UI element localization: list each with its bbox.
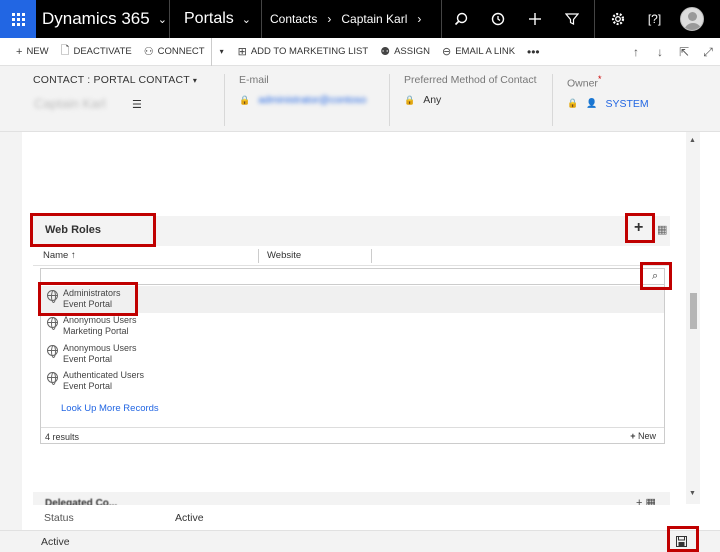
lookup-result-item[interactable]: Anonymous Users Event Portal xyxy=(41,341,664,368)
chevron-right-icon: › xyxy=(327,12,332,26)
pop-out-icon: ⇱ xyxy=(678,45,690,59)
ellipsis-icon: ••• xyxy=(527,44,540,59)
app-launcher-button[interactable] xyxy=(0,0,36,38)
status-label: Status xyxy=(44,512,74,524)
area-name: Portals xyxy=(184,10,234,27)
avatar xyxy=(679,7,704,31)
globe-icon xyxy=(47,317,58,330)
history-icon xyxy=(491,12,504,26)
connect-icon: ⚇ xyxy=(143,46,154,58)
help-button[interactable]: [?] xyxy=(636,0,673,38)
link-icon: ⊖ xyxy=(441,46,452,58)
search-icon xyxy=(454,12,467,26)
command-bar: + NEW 🗋 DEACTIVATE ⚇ CONNECT ▾ ⊞ ADD TO … xyxy=(0,37,720,66)
subgrid-column-header: Name ↑ Website xyxy=(33,246,670,266)
lookup-footer: 4 results + New xyxy=(41,427,664,444)
highlight-administrators-item xyxy=(38,282,138,316)
filter-icon xyxy=(564,13,579,25)
lock-icon: 🔒 xyxy=(567,98,579,108)
user-profile-button[interactable] xyxy=(673,0,710,38)
highlight-save-button xyxy=(667,526,699,552)
new-button[interactable]: + NEW xyxy=(0,38,55,66)
user-icon: 👤 xyxy=(586,98,598,108)
email-link-button[interactable]: ⊖ EMAIL A LINK xyxy=(436,38,521,66)
document-icon: 🗋 xyxy=(60,45,70,57)
grid-view-icon[interactable]: ▦ xyxy=(657,223,667,236)
deactivate-button[interactable]: 🗋 DEACTIVATE xyxy=(55,38,138,66)
lookup-result-item[interactable]: Authenticated Users Event Portal xyxy=(41,368,664,395)
search-button[interactable] xyxy=(442,0,479,38)
caret-down-icon: ▾ xyxy=(219,47,224,56)
record-menu-icon[interactable]: ☰ xyxy=(132,98,142,111)
open-new-window-button[interactable]: ⇱ xyxy=(672,38,696,66)
caret-down-icon: ▾ xyxy=(192,76,198,85)
expand-button[interactable]: ⤢ xyxy=(696,38,720,66)
result-count: 4 results xyxy=(45,432,80,442)
add-to-marketing-list-button[interactable]: ⊞ ADD TO MARKETING LIST xyxy=(232,38,375,66)
owner-link[interactable]: SYSTEM xyxy=(605,98,648,110)
new-record-button[interactable]: + New xyxy=(630,431,656,441)
gear-icon xyxy=(611,12,624,26)
record-title: Captain Karl xyxy=(34,96,106,111)
status-value: Active xyxy=(175,512,204,524)
settings-button[interactable] xyxy=(599,0,636,38)
advanced-find-button[interactable] xyxy=(553,0,590,38)
highlight-add-button xyxy=(625,213,655,243)
scroll-up-icon[interactable]: ▲ xyxy=(689,137,696,144)
plus-icon xyxy=(528,13,541,25)
record-status: Active xyxy=(41,536,70,548)
breadcrumb-record[interactable]: Captain Karl xyxy=(341,12,407,26)
previous-record-button[interactable]: ↑ xyxy=(624,38,648,66)
column-name[interactable]: Name ↑ xyxy=(43,250,76,261)
area-switcher[interactable]: Portals ⌄ xyxy=(170,0,262,38)
connect-button[interactable]: ⚇ CONNECT xyxy=(138,38,211,66)
scroll-down-icon[interactable]: ▼ xyxy=(689,490,696,497)
contact-method-value: Any xyxy=(423,94,442,106)
top-nav-bar: Dynamics 365 ⌄ Portals ⌄ Contacts › Capt… xyxy=(0,0,720,38)
header-owner-field: Owner* 🔒 👤 SYSTEM xyxy=(552,74,692,126)
next-record-button[interactable]: ↓ xyxy=(648,38,672,66)
more-commands-button[interactable]: ••• xyxy=(521,38,546,66)
breadcrumb-contacts[interactable]: Contacts xyxy=(270,12,317,26)
help-icon: [?] xyxy=(647,12,662,26)
expand-icon: ⤢ xyxy=(703,44,713,59)
chevron-right-icon: › xyxy=(417,12,422,26)
lock-icon: 🔒 xyxy=(404,94,416,105)
assign-button[interactable]: ⚉ ASSIGN xyxy=(374,38,436,66)
list-icon: ⊞ xyxy=(237,46,247,58)
waffle-icon xyxy=(11,12,25,26)
column-website[interactable]: Website xyxy=(267,250,301,261)
highlight-web-roles-title xyxy=(30,213,156,247)
chevron-down-icon: ⌄ xyxy=(241,13,252,26)
header-email-field: E-mail 🔒 administrator@contoso xyxy=(224,74,389,126)
breadcrumb: Contacts › Captain Karl › xyxy=(262,0,442,38)
status-row: Status Active xyxy=(22,505,686,529)
connect-dropdown-button[interactable]: ▾ xyxy=(210,37,232,66)
sort-arrow-up-icon: ↑ xyxy=(70,250,76,261)
look-up-more-records-link[interactable]: Look Up More Records xyxy=(61,403,159,414)
app-switcher[interactable]: Dynamics 365 ⌄ xyxy=(36,0,170,38)
quick-create-button[interactable] xyxy=(516,0,553,38)
lookup-result-item[interactable]: Anonymous Users Marketing Portal xyxy=(41,313,664,340)
required-indicator: * xyxy=(597,74,602,84)
arrow-down-icon: ↓ xyxy=(657,45,663,59)
header-contact-method-field: Preferred Method of Contact 🔒 Any xyxy=(389,74,552,126)
chevron-down-icon: ⌄ xyxy=(157,13,167,26)
highlight-search-button xyxy=(640,262,672,290)
arrow-up-icon: ↑ xyxy=(633,45,639,59)
next-subgrid-header xyxy=(33,492,670,506)
footer-bar: Active xyxy=(0,530,720,552)
scroll-thumb[interactable] xyxy=(690,293,697,329)
assign-icon: ⚉ xyxy=(380,46,391,58)
form-selector[interactable]: CONTACT : PORTAL CONTACT ▾ xyxy=(33,74,197,86)
globe-icon xyxy=(47,372,58,385)
app-name: Dynamics 365 xyxy=(42,9,150,28)
recent-button[interactable] xyxy=(479,0,516,38)
globe-icon xyxy=(47,345,58,358)
lock-icon: 🔒 xyxy=(239,94,251,105)
plus-icon: + xyxy=(630,431,636,441)
record-header: CONTACT : PORTAL CONTACT ▾ Captain Karl … xyxy=(0,66,720,132)
email-value[interactable]: administrator@contoso xyxy=(258,94,366,106)
plus-icon: + xyxy=(16,45,23,58)
